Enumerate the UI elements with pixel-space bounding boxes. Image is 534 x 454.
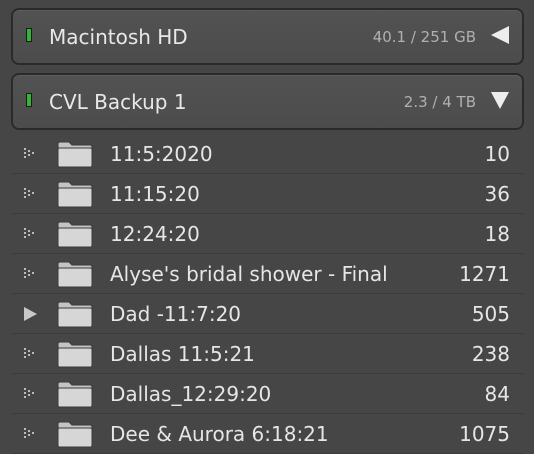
dotted-triangle-icon[interactable] [22,266,38,282]
dotted-triangle-icon[interactable] [22,386,38,402]
folder-photo-count: 238 [471,342,510,366]
volume-name: CVL Backup 1 [49,90,187,114]
folder-photo-count: 505 [471,302,510,326]
solid-triangle-icon[interactable] [22,306,38,322]
folder-icon [57,260,93,288]
dotted-triangle-icon[interactable] [22,146,38,162]
folder-row[interactable]: Dallas 11:5:21 238 [11,334,524,374]
volume-status-indicator [26,93,32,107]
folder-photo-count: 84 [484,382,510,406]
folder-row[interactable]: Alyse's bridal shower - Final 1271 [11,254,524,294]
folder-photo-count: 36 [484,182,510,206]
folder-icon [57,220,93,248]
volume-usage: 2.3 / 4 TB [403,93,476,111]
volume-header-cvl-backup-1[interactable]: CVL Backup 1 2.3 / 4 TB [11,73,524,130]
triangle-down-icon[interactable] [488,88,512,112]
folder-name: 12:24:20 [110,222,200,246]
folder-list: 11:5:2020 10 11:15:20 36 12:24:20 18 Alyse's b… [11,134,524,454]
volume-name: Macintosh HD [49,25,188,49]
folder-icon [57,340,93,368]
folder-name: Alyse's bridal shower - Final [110,262,388,286]
dotted-triangle-icon[interactable] [22,226,38,242]
folder-photo-count: 18 [484,222,510,246]
folder-row[interactable]: Dallas_12:29:20 84 [11,374,524,414]
folder-photo-count: 1271 [459,262,510,286]
folder-icon [57,140,93,168]
folder-name: Dee & Aurora 6:18:21 [110,422,329,446]
folder-row[interactable]: 11:15:20 36 [11,174,524,214]
triangle-left-icon[interactable] [488,23,512,47]
folder-icon [57,300,93,328]
folder-icon [57,180,93,208]
folder-name: 11:5:2020 [110,142,213,166]
folder-row[interactable]: Dee & Aurora 6:18:21 1075 [11,414,524,454]
folder-row[interactable]: 11:5:2020 10 [11,134,524,174]
folder-name: Dallas_12:29:20 [110,382,272,406]
folder-photo-count: 1075 [459,422,510,446]
volume-status-indicator [26,28,32,42]
folder-name: Dallas 11:5:21 [110,342,255,366]
folder-photo-count: 10 [484,142,510,166]
folder-name: 11:15:20 [110,182,200,206]
folder-icon [57,420,93,448]
folder-icon [57,380,93,408]
folder-row[interactable]: Dad -11:7:20 505 [11,294,524,334]
dotted-triangle-icon[interactable] [22,346,38,362]
folder-row[interactable]: 12:24:20 18 [11,214,524,254]
volume-header-macintosh-hd[interactable]: Macintosh HD 40.1 / 251 GB [11,8,524,65]
dotted-triangle-icon[interactable] [22,186,38,202]
folder-name: Dad -11:7:20 [110,302,242,326]
volume-usage: 40.1 / 251 GB [372,28,476,46]
